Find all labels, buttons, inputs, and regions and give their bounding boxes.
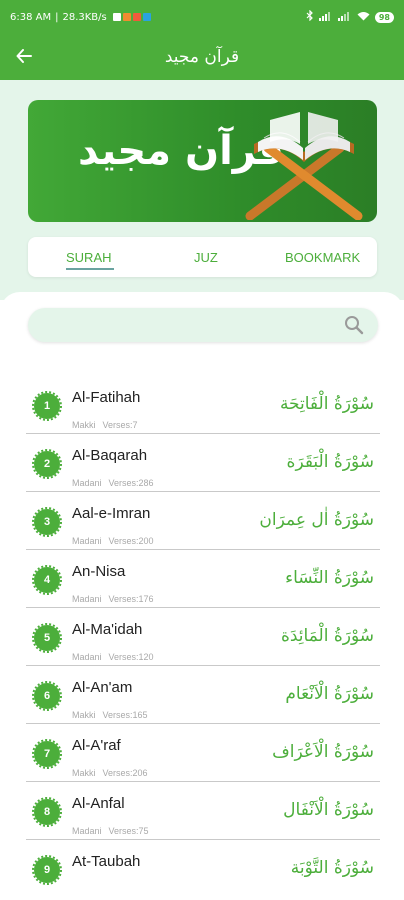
surah-name: At-Taubah (72, 853, 141, 870)
surah-row[interactable]: 6 Al-An'am Makki Verses:165 سُوْرَةُ الْ… (26, 666, 380, 724)
battery-indicator: 98 (374, 11, 394, 23)
back-arrow-icon (16, 48, 32, 67)
surah-revelation-type: Makki (72, 420, 96, 430)
surah-verse-count: Verses:286 (108, 478, 154, 488)
surah-number-badge: 4 (32, 565, 62, 595)
tab-bar: SURAH JUZ BOOKMARK (28, 237, 377, 277)
surah-number-badge: 8 (32, 797, 62, 827)
status-time: 6:38 AM (10, 11, 52, 23)
surah-verse-count: Verses:165 (102, 710, 148, 720)
surah-meta: Makki Verses:165 (72, 710, 148, 720)
surah-number-badge: 9 (32, 855, 62, 885)
surah-row[interactable]: 1 Al-Fatihah Makki Verses:7 سُوْرَةُ الْ… (26, 376, 380, 434)
surah-row[interactable]: 5 Al-Ma'idah Madani Verses:120 سُوْرَةُ … (26, 608, 380, 666)
app-notification-icon (122, 13, 131, 21)
surah-number-badge: 6 (32, 681, 62, 711)
surah-revelation-type: Madani (72, 826, 102, 836)
surah-number-badge: 3 (32, 507, 62, 537)
surah-arabic-name: سُوْرَةُ التَّوْبَة (290, 858, 374, 878)
surah-revelation-type: Madani (72, 652, 102, 662)
surah-meta: Madani Verses:120 (72, 652, 154, 662)
app-notification-icon (132, 13, 141, 21)
surah-revelation-type: Madani (72, 478, 102, 488)
quran-on-stand-icon (240, 108, 368, 221)
surah-number-badge: 1 (32, 391, 62, 421)
surah-name: Al-Fatihah (72, 389, 141, 406)
surah-arabic-name: سُوْرَةُ الْمَائِدَة (280, 626, 374, 646)
surah-verse-count: Verses:206 (102, 768, 148, 778)
surah-revelation-type: Madani (72, 536, 102, 546)
surah-arabic-name: سُوْرَةُ النِّسَاء (285, 568, 374, 588)
surah-arabic-name: سُوْرَةُ الْاَنْعَام (285, 684, 374, 704)
surah-meta: Madani Verses:176 (72, 594, 154, 604)
surah-row[interactable]: 2 Al-Baqarah Madani Verses:286 سُوْرَةُ … (26, 434, 380, 492)
status-network-speed: 28.3KB/s (62, 11, 107, 23)
surah-revelation-type: Makki (72, 710, 96, 720)
surah-row[interactable]: 4 An-Nisa Madani Verses:176 سُوْرَةُ الن… (26, 550, 380, 608)
surah-verse-count: Verses:200 (108, 536, 154, 546)
surah-arabic-name: سُوْرَةُ الْاَنْفَال (283, 800, 374, 820)
surah-row[interactable]: 9 At-Taubah سُوْرَةُ التَّوْبَة (26, 840, 380, 898)
surah-name: Al-An'am (72, 679, 133, 696)
bluetooth-icon (306, 9, 314, 24)
back-button[interactable] (8, 41, 40, 73)
surah-meta: Makki Verses:7 (72, 420, 138, 430)
surah-row[interactable]: 7 Al-A'raf Makki Verses:206 سُوْرَةُ الْ… (26, 724, 380, 782)
tab-bookmark[interactable]: BOOKMARK (285, 237, 360, 277)
surah-verse-count: Verses:7 (102, 420, 138, 430)
surah-number-badge: 5 (32, 623, 62, 653)
wifi-icon (357, 11, 370, 24)
signal-icon (337, 11, 352, 24)
status-bar: 6:38 AM | 28.3KB/s 98 (0, 0, 404, 34)
surah-arabic-name: سُوْرَةُ اٰل عِمرَان (259, 510, 374, 530)
surah-meta: Madani Verses:75 (72, 826, 149, 836)
quran-banner: قرآن مجید (28, 100, 377, 222)
notification-icon (112, 13, 121, 21)
surah-meta: Makki Verses:206 (72, 768, 148, 778)
surah-meta: Madani Verses:200 (72, 536, 154, 546)
surah-name: Al-Baqarah (72, 447, 148, 464)
active-tab-indicator (66, 268, 114, 270)
surah-arabic-name: سُوْرَةُ الْاَعْرَاف (272, 742, 374, 762)
surah-name: Aal-e-Imran (72, 505, 151, 522)
surah-arabic-name: سُوْرَةُ الْفَاتِحَة (279, 394, 374, 414)
tab-surah[interactable]: SURAH (66, 237, 112, 277)
search-icon[interactable] (344, 315, 364, 335)
surah-list: 1 Al-Fatihah Makki Verses:7 سُوْرَةُ الْ… (26, 376, 380, 898)
surah-revelation-type: Makki (72, 768, 96, 778)
surah-revelation-type: Madani (72, 594, 102, 604)
search-bar[interactable] (28, 308, 378, 342)
surah-arabic-name: سُوْرَةُ الْبَقَرَة (286, 452, 374, 472)
page-title: قرآن مجید (164, 47, 240, 67)
surah-verse-count: Verses:75 (108, 826, 149, 836)
signal-icon (318, 11, 333, 24)
search-input[interactable] (40, 308, 340, 342)
surah-number-badge: 2 (32, 449, 62, 479)
surah-verse-count: Verses:120 (108, 652, 154, 662)
surah-row[interactable]: 8 Al-Anfal Madani Verses:75 سُوْرَةُ الْ… (26, 782, 380, 840)
surah-name: Al-Anfal (72, 795, 125, 812)
surah-verse-count: Verses:176 (108, 594, 154, 604)
surah-row[interactable]: 3 Aal-e-Imran Madani Verses:200 سُوْرَةُ… (26, 492, 380, 550)
surah-number-badge: 7 (32, 739, 62, 769)
surah-name: Al-A'raf (72, 737, 121, 754)
surah-name: Al-Ma'idah (72, 621, 143, 638)
app-bar: قرآن مجید (0, 34, 404, 80)
telegram-icon (142, 13, 151, 21)
surah-name: An-Nisa (72, 563, 126, 580)
surah-meta: Madani Verses:286 (72, 478, 154, 488)
tab-juz[interactable]: JUZ (194, 237, 218, 277)
